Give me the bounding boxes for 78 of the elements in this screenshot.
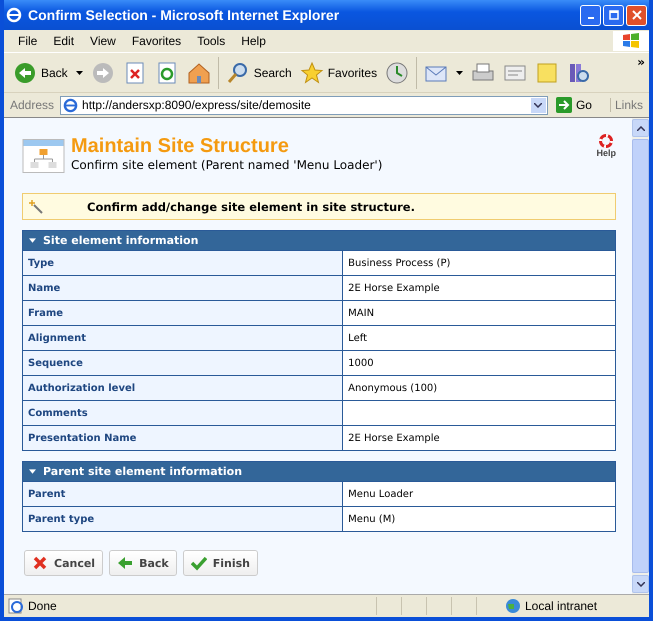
page-title: Maintain Site Structure [71, 134, 290, 158]
arrow-right-icon [556, 97, 572, 113]
field-label: Frame [23, 300, 343, 326]
star-icon [300, 60, 324, 84]
back-button[interactable]: Back [10, 58, 71, 86]
field-value: Menu Loader [342, 482, 615, 506]
field-label: Sequence [23, 350, 343, 376]
menu-item[interactable]: Help [235, 34, 272, 48]
menu-item[interactable]: File [12, 34, 44, 48]
field-label: Alignment [23, 326, 343, 350]
chevron-up-icon [636, 126, 644, 130]
home-icon [186, 60, 211, 84]
address-label: Address [9, 98, 56, 112]
favorites-button[interactable]: Favorites [296, 58, 380, 86]
scroll-up-button[interactable] [632, 119, 649, 137]
chevron-down-icon [636, 582, 644, 586]
menu-item[interactable]: Edit [47, 34, 80, 48]
field-value: Business Process (P) [342, 250, 615, 276]
section-title: Site element information [43, 234, 198, 247]
status-text: Done [28, 599, 58, 613]
close-icon [632, 10, 642, 20]
maximize-icon [608, 10, 618, 20]
notice-text: Confirm add/change site element in site structure. [87, 200, 415, 214]
back-arrow-icon [117, 555, 134, 571]
field-label: Name [23, 276, 343, 300]
browser-logo-icon [6, 7, 22, 23]
go-button[interactable]: Go [552, 97, 606, 113]
page-icon [63, 98, 78, 112]
minimize-button[interactable] [580, 4, 601, 26]
field-value: Anonymous (100) [342, 376, 615, 400]
field-value: Menu (M) [342, 506, 615, 531]
cancel-button[interactable]: Cancel [24, 550, 104, 576]
search-icon [226, 60, 250, 84]
field-label: Presentation Name [23, 426, 343, 450]
toolbar-overflow-button[interactable]: » [633, 53, 649, 71]
menu-item[interactable]: Tools [191, 34, 232, 48]
dropdown-arrow-icon[interactable] [456, 70, 464, 74]
page-icon [8, 598, 24, 614]
section-title: Parent site element information [43, 465, 242, 478]
page-subtitle: Confirm site element (Parent named 'Menu Loader') [71, 158, 384, 172]
scroll-down-button[interactable] [632, 575, 649, 593]
window-title: Confirm Selection - Microsoft Internet Explorer [28, 7, 340, 23]
field-label: Authorization level [23, 376, 343, 400]
collapse-arrow-icon[interactable] [29, 238, 36, 243]
close-button[interactable] [626, 4, 647, 26]
security-zone: Local intranet [525, 599, 598, 613]
collapse-arrow-icon[interactable] [29, 469, 36, 474]
field-label: Comments [23, 400, 343, 426]
menu-item[interactable]: Favorites [126, 34, 188, 48]
menu-item[interactable]: View [84, 34, 122, 48]
chevron-down-icon [534, 102, 542, 108]
back-button[interactable]: Back [109, 550, 177, 576]
field-label: Parent [23, 482, 343, 506]
field-value: MAIN [342, 300, 615, 326]
section-header[interactable]: Site element information [23, 231, 615, 250]
minimize-icon [588, 17, 594, 19]
dropdown-arrow-icon[interactable] [76, 70, 83, 74]
section-header[interactable]: Parent site element information [23, 462, 615, 481]
field-label: Parent type [23, 506, 343, 531]
site-structure-icon [22, 139, 65, 173]
globe-icon [505, 598, 521, 614]
address-field[interactable]: http://andersxp:8090/express/site/demosite [60, 96, 548, 114]
checkmark-icon [190, 555, 207, 571]
lifebuoy-icon [599, 134, 614, 148]
search-button[interactable]: Search [222, 58, 295, 86]
finish-button[interactable]: Finish [182, 550, 258, 576]
field-value: Left [342, 326, 615, 350]
field-value: 2E Horse Example [342, 426, 615, 450]
field-value: 2E Horse Example [342, 276, 615, 300]
maximize-button[interactable] [603, 4, 624, 26]
links-button[interactable]: Links [610, 98, 647, 112]
help-button[interactable]: Help [596, 134, 616, 158]
clock-icon [385, 60, 410, 84]
field-label: Type [23, 250, 343, 276]
close-icon [32, 555, 48, 571]
address-dropdown-button[interactable] [530, 98, 546, 112]
magic-wand-icon [29, 200, 43, 214]
field-value: 1000 [342, 350, 615, 376]
